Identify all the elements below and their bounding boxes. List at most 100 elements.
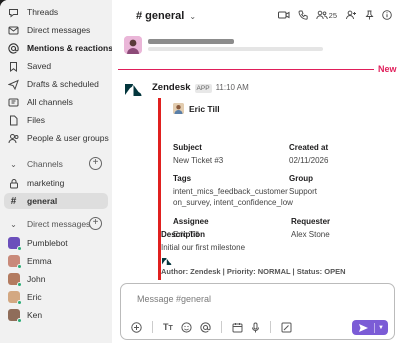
send-icon	[7, 78, 20, 91]
chevron-down-icon: ⌄	[10, 159, 17, 169]
chevron-down-icon[interactable]: ▼	[375, 325, 387, 331]
field-value: New Ticket #3	[173, 156, 224, 165]
zendesk-logo-icon	[161, 257, 172, 266]
avatar	[7, 291, 22, 305]
avatar	[7, 273, 22, 287]
chevron-down-icon: ⌄	[189, 11, 197, 21]
sidebar-item-all-channels[interactable]: All channels	[4, 94, 108, 110]
message-input[interactable]: Message #general	[137, 294, 211, 304]
previous-message	[124, 36, 394, 56]
sidebar-dm-ken[interactable]: Ken	[4, 307, 108, 323]
sidebar-dm-pumblebot[interactable]: Pumblebot	[4, 235, 108, 251]
pin-icon[interactable]	[365, 10, 374, 20]
sidebar-dm-eric[interactable]: Eric	[4, 289, 108, 305]
app-badge: APP	[194, 84, 212, 93]
sidebar-dm-emma[interactable]: Emma	[4, 253, 108, 269]
sidebar-item-label: Eric	[27, 292, 42, 302]
channels-icon	[7, 96, 20, 109]
sidebar-item-label: Mentions & reactions	[27, 43, 112, 53]
sidebar-item-label: Drafts & scheduled	[27, 79, 99, 89]
plus-circle-icon[interactable]	[131, 321, 142, 333]
sidebar-item-threads[interactable]: Threads	[4, 4, 108, 20]
sidebar-item-saved[interactable]: Saved	[4, 58, 108, 74]
send-icon	[352, 323, 374, 333]
sidebar-item-label: All channels	[27, 97, 73, 107]
field-label: Assignee	[173, 217, 209, 226]
field-label: Tags	[173, 174, 192, 183]
at-mention-icon[interactable]	[200, 321, 211, 333]
sidebar-item-label: Files	[27, 115, 45, 125]
message-time[interactable]: 11:10 AM	[216, 83, 249, 92]
field-label: Description	[161, 230, 206, 239]
sidebar-item-files[interactable]: Files	[4, 112, 108, 128]
members-button[interactable]: 25	[316, 10, 337, 20]
field-subject: Subject New Ticket #3	[173, 143, 223, 166]
sidebar-item-label: Ken	[27, 310, 43, 320]
new-messages-divider	[118, 69, 376, 70]
at-mention-icon	[7, 42, 20, 55]
field-description-block: Description Initial our first milestone	[161, 230, 245, 253]
avatar	[7, 237, 22, 251]
sidebar: Threads Direct messages Mentions & react…	[0, 0, 112, 343]
sidebar-item-label: People & user groups	[27, 133, 109, 143]
card-author: Eric Till	[173, 103, 220, 114]
hash-icon: #	[10, 195, 17, 207]
members-icon	[316, 10, 328, 20]
sidebar-item-label: Threads	[27, 7, 59, 17]
files-icon	[7, 114, 20, 127]
field-created-at: Created at 02/11/2026	[289, 143, 328, 166]
member-count: 25	[328, 10, 337, 20]
field-value: intent_mics_feedback_customer	[173, 187, 288, 196]
dm-header-label: Direct messages	[27, 219, 91, 229]
sidebar-item-label: Pumblebot	[27, 238, 68, 248]
field-value: Support	[289, 187, 318, 196]
field-value: on_survey, intent_confidence_low	[173, 198, 293, 207]
message-composer[interactable]: Message #general TT ▼	[120, 283, 395, 340]
phone-icon[interactable]	[298, 10, 308, 20]
add-channel-icon[interactable]: +	[89, 157, 102, 170]
card-author-name: Eric Till	[189, 103, 220, 114]
info-icon[interactable]	[382, 10, 392, 20]
video-call-icon[interactable]	[277, 10, 290, 20]
sidebar-item-drafts-scheduled[interactable]: Drafts & scheduled	[4, 76, 108, 92]
field-label: Subject	[173, 143, 202, 152]
chevron-down-icon: ⌄	[10, 219, 17, 229]
dm-section-header[interactable]: ⌄ Direct messages +	[4, 216, 108, 232]
sidebar-dm-john[interactable]: John	[4, 271, 108, 287]
channel-title[interactable]: # general ⌄	[136, 10, 196, 22]
channels-header-label: Channels	[27, 159, 63, 169]
add-member-icon[interactable]	[345, 10, 357, 20]
text-format-icon[interactable]: TT	[163, 322, 173, 332]
people-icon	[7, 132, 20, 145]
zendesk-logo-icon	[124, 82, 142, 98]
sidebar-item-label: marketing	[27, 178, 65, 188]
channel-name: # general	[136, 10, 185, 22]
redacted-text	[148, 47, 323, 51]
send-button[interactable]: ▼	[352, 320, 388, 335]
main-pane: # general ⌄ 25 New Zendesk APP 11:10 AM …	[112, 0, 400, 343]
edit-icon[interactable]	[281, 322, 292, 333]
sidebar-item-label: general	[27, 196, 58, 206]
avatar	[124, 36, 142, 54]
field-group: Group Support	[289, 174, 317, 197]
sidebar-item-marketing[interactable]: marketing	[4, 175, 108, 191]
app-window: Threads Direct messages Mentions & react…	[0, 0, 400, 343]
sender-name[interactable]: Zendesk	[152, 82, 191, 93]
add-dm-icon[interactable]: +	[89, 217, 102, 230]
sidebar-item-people[interactable]: People & user groups	[4, 130, 109, 146]
schedule-icon[interactable]	[232, 322, 243, 333]
sidebar-item-general[interactable]: # general	[4, 193, 108, 209]
avatar	[173, 103, 184, 114]
avatar	[7, 309, 22, 323]
lock-icon	[7, 177, 20, 190]
direct-messages-icon	[7, 24, 20, 37]
redacted-text	[148, 39, 234, 44]
composer-toolbar: TT	[131, 321, 292, 333]
sidebar-item-label: John	[27, 274, 46, 284]
channel-header: # general ⌄ 25	[112, 0, 400, 34]
sidebar-item-direct-messages[interactable]: Direct messages	[4, 22, 108, 38]
emoji-icon[interactable]	[181, 321, 192, 333]
microphone-icon[interactable]	[251, 322, 260, 333]
sidebar-item-mentions-reactions[interactable]: Mentions & reactions	[4, 40, 112, 56]
channels-section-header[interactable]: ⌄ Channels +	[4, 156, 108, 172]
